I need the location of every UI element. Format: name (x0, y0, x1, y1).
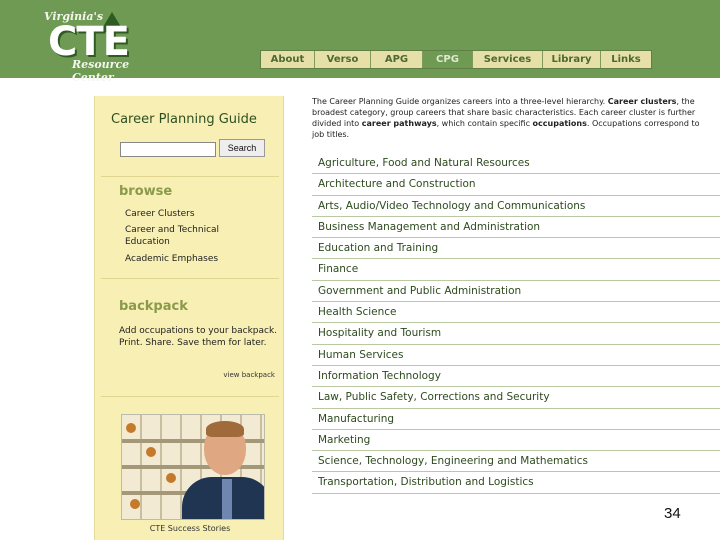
cluster-link[interactable]: Information Technology (312, 366, 720, 388)
intro-term-career-pathways: career pathways (361, 119, 437, 128)
cluster-link[interactable]: Finance (312, 259, 720, 281)
backpack-description: Add occupations to your backpack. Print.… (119, 326, 278, 348)
can-label-mark (146, 447, 156, 457)
shelf-line (122, 465, 264, 469)
nav-tab-links[interactable]: Links (601, 51, 651, 68)
intro-text: , which contain specific (436, 119, 533, 128)
nav-tab-cpg[interactable]: CPG (423, 51, 473, 68)
cluster-link[interactable]: Arts, Audio/Video Technology and Communi… (312, 196, 720, 217)
nav-tab-verso[interactable]: Verso (315, 51, 371, 68)
nav-tab-services[interactable]: Services (473, 51, 543, 68)
cluster-link[interactable]: Business Management and Administration (312, 217, 720, 239)
can-label-mark (166, 473, 176, 483)
can-label-mark (126, 423, 136, 433)
search-button[interactable]: Search (219, 139, 265, 157)
cluster-link[interactable]: Manufacturing (312, 409, 720, 430)
view-backpack-link[interactable]: view backpack (223, 371, 275, 379)
browse-link-cte[interactable]: Career and Technical Education (125, 224, 245, 248)
cluster-link[interactable]: Human Services (312, 345, 720, 366)
backpack-heading: backpack (119, 299, 188, 314)
intro-text: The Career Planning Guide organizes care… (312, 97, 608, 106)
intro-term-occupations: occupations (532, 119, 587, 128)
browse-link-career-clusters[interactable]: Career Clusters (125, 208, 245, 220)
nav-tab-about[interactable]: About (261, 51, 315, 68)
sidebar-divider (101, 176, 279, 177)
site-header: Virginia's CTE Resource Center About Ver… (0, 0, 720, 84)
browse-heading: browse (119, 184, 173, 199)
cluster-link[interactable]: Architecture and Construction (312, 174, 720, 196)
cluster-link[interactable]: Marketing (312, 430, 720, 452)
cluster-link[interactable]: Law, Public Safety, Corrections and Secu… (312, 387, 720, 409)
slide-page-number: 34 (664, 505, 681, 522)
sidebar: Career Planning Guide Search browse Care… (94, 96, 284, 540)
cluster-link[interactable]: Hospitality and Tourism (312, 323, 720, 345)
cluster-link[interactable]: Health Science (312, 302, 720, 324)
cluster-link[interactable]: Government and Public Administration (312, 281, 720, 303)
can-label-mark (130, 499, 140, 509)
cluster-link[interactable]: Science, Technology, Engineering and Mat… (312, 451, 720, 473)
success-story-photo[interactable] (121, 414, 265, 520)
photo-caption[interactable]: CTE Success Stories (95, 524, 285, 533)
main-nav: About Verso APG CPG Services Library Lin… (260, 50, 652, 69)
logo-bottom-text: Resource Center (72, 58, 130, 84)
nav-tab-library[interactable]: Library (543, 51, 601, 68)
cluster-list: Agriculture, Food and Natural Resources … (312, 153, 720, 494)
browse-link-academic-emphases[interactable]: Academic Emphases (125, 253, 245, 265)
cluster-link[interactable]: Transportation, Distribution and Logisti… (312, 472, 720, 494)
cluster-link[interactable]: Education and Training (312, 238, 720, 260)
intro-paragraph: The Career Planning Guide organizes care… (312, 96, 712, 140)
sidebar-title: Career Planning Guide (111, 112, 257, 127)
person-tie (222, 479, 232, 519)
nav-tab-apg[interactable]: APG (371, 51, 423, 68)
person-hair (206, 421, 244, 437)
intro-term-career-clusters: Career clusters (607, 97, 677, 106)
search-input[interactable] (120, 142, 216, 157)
cte-logo[interactable]: Virginia's CTE Resource Center (40, 8, 170, 84)
cluster-link[interactable]: Agriculture, Food and Natural Resources (312, 153, 720, 175)
sidebar-divider (101, 396, 279, 397)
sidebar-divider (101, 278, 279, 279)
